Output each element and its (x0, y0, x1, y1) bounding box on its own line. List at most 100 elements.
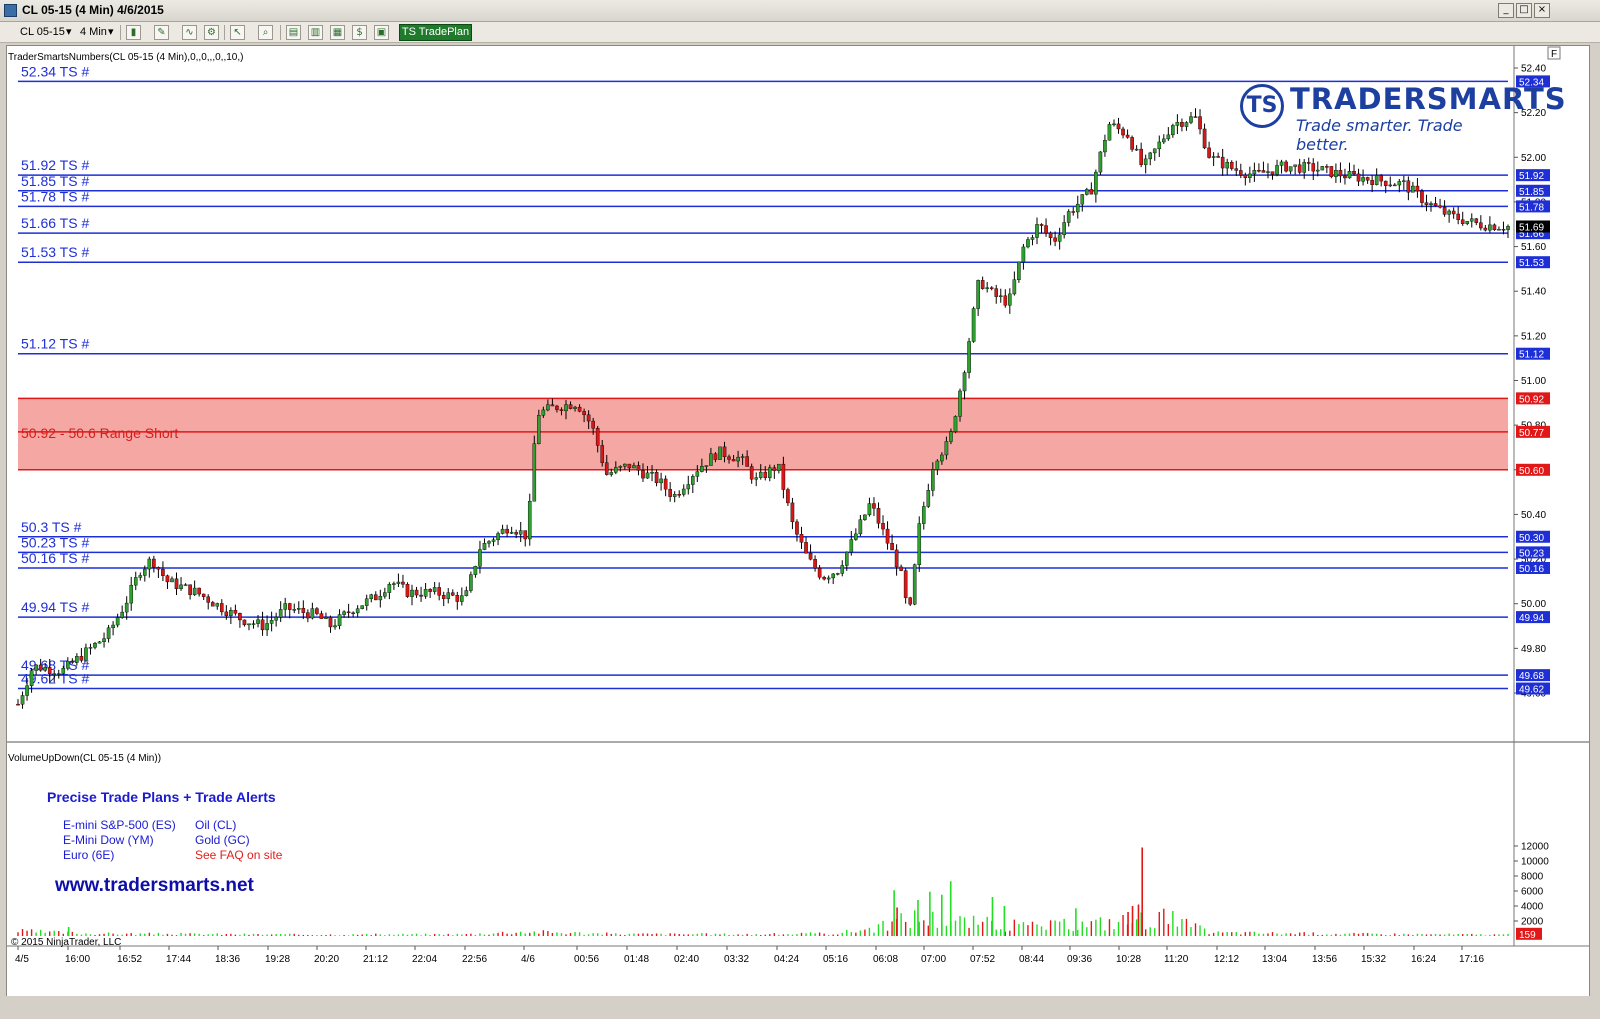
ts-level-label: 51.92 TS # (21, 157, 89, 173)
candle-up (858, 519, 863, 535)
indicator-icon[interactable]: ∿ (182, 25, 197, 40)
close-button[interactable]: × (1534, 3, 1550, 18)
candle-down (1338, 170, 1343, 177)
candle-down (450, 592, 455, 596)
candle-down (405, 583, 410, 597)
candle-down (654, 472, 659, 484)
candle-down (591, 420, 595, 429)
candle-up (278, 609, 283, 618)
candle-up (473, 566, 478, 575)
candle-up (106, 627, 111, 639)
candle-down (523, 530, 528, 540)
time-tick-label: 03:32 (724, 954, 749, 965)
ts-level-label: 52.34 TS # (21, 63, 89, 79)
candle-down (899, 566, 903, 571)
candle-down (813, 559, 817, 569)
candle-down (306, 612, 310, 619)
chart-trader-icon[interactable]: ▥ (308, 25, 323, 40)
level-tag-label: 51.78 (1519, 202, 1544, 213)
level-tag-label: 51.53 (1519, 258, 1544, 269)
volume-axis: 12000 10000 8000 6000 4000 2000 159 (1514, 842, 1549, 941)
candle-up (940, 454, 944, 462)
promo-faq-link[interactable]: See FAQ on site (195, 848, 282, 862)
candle-up (758, 471, 763, 478)
promo-url-link[interactable]: www.tradersmarts.net (55, 875, 254, 897)
candle-up (170, 578, 174, 583)
candle-down (795, 521, 799, 535)
candle-down (1501, 229, 1506, 231)
cursor-tool-icon[interactable]: ↖ (230, 25, 245, 40)
window-titlebar: CL 05-15 (4 Min) 4/6/2015 _ □ × (0, 0, 1600, 22)
candle-up (985, 287, 989, 289)
price-tick-label: 51.20 (1521, 331, 1546, 342)
candle-down (70, 660, 75, 663)
candle-down (555, 405, 559, 410)
panel-marker[interactable]: F (1551, 49, 1557, 60)
promo-item: Gold (GC) (195, 833, 250, 847)
data-box-icon[interactable]: ▤ (286, 25, 301, 40)
candlestick-style-icon[interactable]: ▮ (126, 25, 141, 40)
drawing-tool-icon[interactable]: ✎ (154, 25, 169, 40)
time-tick-label: 13:04 (1262, 954, 1287, 965)
candle-up (1488, 224, 1492, 231)
candle-down (1284, 161, 1288, 172)
level-tag-label: 49.94 (1519, 613, 1544, 624)
minimize-button[interactable]: _ (1498, 3, 1514, 18)
candle-up (537, 415, 541, 444)
candle-down (1451, 210, 1456, 215)
strategy-icon[interactable]: ⚙ (204, 25, 219, 40)
candle-down (79, 656, 84, 661)
candle-down (1352, 171, 1356, 175)
maximize-button[interactable]: □ (1516, 3, 1532, 18)
dollar-icon[interactable]: $ (352, 25, 367, 40)
instrument-selector[interactable]: CL 05-15 (20, 25, 65, 40)
candle-up (958, 390, 962, 417)
interval-chevron-icon[interactable]: ▾ (108, 25, 114, 40)
candle-down (1261, 170, 1266, 173)
price-tick-label: 51.00 (1521, 376, 1546, 387)
candle-up (1017, 261, 1021, 280)
time-tick-label: 18:36 (215, 954, 240, 965)
candle-down (1406, 180, 1411, 193)
candle-down (1379, 175, 1383, 182)
candle-down (1356, 173, 1361, 182)
ts-level-label: 51.12 TS # (21, 336, 89, 352)
interval-selector[interactable]: 4 Min (80, 25, 107, 40)
candle-up (1320, 166, 1325, 171)
candle-up (840, 565, 845, 574)
price-tick-label: 52.00 (1521, 153, 1546, 164)
range-zone-label: 50.92 - 50.6 Range Short (21, 425, 178, 441)
candle-down (1474, 218, 1479, 223)
candle-up (1008, 293, 1012, 306)
candle-down (677, 494, 682, 496)
candle-down (238, 613, 242, 621)
candle-down (165, 575, 170, 583)
properties-icon[interactable]: ▣ (374, 25, 389, 40)
candle-down (1365, 177, 1370, 181)
snapshot-icon[interactable]: ▦ (330, 25, 345, 40)
candle-up (478, 549, 482, 567)
time-tick-label: 10:28 (1116, 954, 1141, 965)
candle-up (355, 608, 360, 614)
copyright-text: © 2015 NinjaTrader, LLC (11, 937, 121, 948)
candle-up (396, 581, 401, 584)
candle-down (1180, 122, 1184, 127)
instrument-chevron-icon[interactable]: ▾ (66, 25, 72, 40)
candle-up (1211, 156, 1216, 158)
candle-up (102, 638, 106, 643)
candle-up (1148, 152, 1153, 160)
ts-level-label: 51.66 TS # (21, 215, 89, 231)
time-tick-label: 02:40 (674, 954, 699, 965)
candle-down (559, 409, 564, 412)
candle-up (564, 404, 568, 412)
ts-tradeplan-button[interactable]: TS TradePlan (399, 24, 472, 41)
candle-down (188, 584, 192, 595)
candle-up (247, 623, 251, 626)
horizontal-scroll-strip[interactable] (0, 996, 1600, 1019)
candle-down (731, 459, 736, 462)
candle-down (822, 577, 826, 580)
zoom-icon[interactable]: ⌕ (258, 25, 273, 40)
candle-up (672, 494, 677, 497)
candle-up (532, 443, 537, 502)
candle-up (854, 533, 858, 540)
